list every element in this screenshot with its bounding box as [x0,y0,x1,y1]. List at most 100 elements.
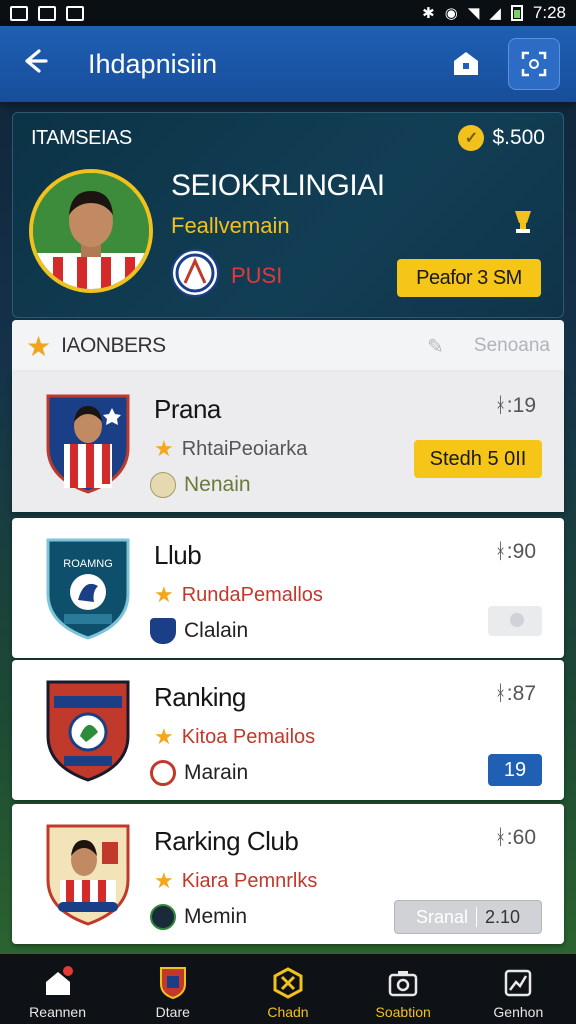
battery-icon [510,5,523,21]
star-icon: ★ [26,330,52,362]
card-meta: Marain [150,760,248,786]
card-meta-text: Memin [184,905,248,928]
status-bar: ✱ ◉ ◥ ◢ 7:28 [0,0,576,26]
screen-icon [66,5,84,21]
profile-action-button[interactable]: Peafor 3 SM [397,259,541,297]
card-stat: ᚼ:60 [494,826,536,849]
bluetooth-icon: ✱ [422,5,435,22]
card-meta-text: Nenain [184,473,251,496]
card-count-button[interactable]: 19 [488,754,542,786]
coin-icon: ✓ [458,125,485,151]
player-name: SEIOKRLINGIAI [171,169,385,202]
scan-button[interactable] [508,38,560,90]
card-stat: ᚼ:90 [494,540,536,563]
gallery-icon [38,5,56,21]
alarm-icon: ◉ [444,5,458,22]
nav-item-home[interactable]: Reannen [3,954,113,1024]
home-icon [41,966,75,1000]
section-title: IAONBERS [61,334,166,357]
status-right-icons: ✱ ◉ ◥ ◢ 7:28 [422,3,566,23]
card-title: Ranking [154,682,246,712]
nav-item-selection[interactable]: Soabtion [348,954,458,1024]
card-meta: Memin [150,904,247,930]
star-icon: ★ [154,436,174,461]
club-code: PUSI [231,263,283,288]
scan-icon [521,51,547,77]
nav-label: Chadn [267,1004,309,1020]
notification-dot [62,966,73,976]
card-subtitle-text: RhtaiPeoiarka [181,437,308,460]
card-subtitle-text: Kitoa Pemailos [181,725,316,748]
club-badge [42,388,134,496]
club-crest-icon [150,472,176,498]
nav-label: Reannen [29,1004,86,1020]
star-icon: ★ [154,582,174,607]
club-badge [42,820,134,928]
divider [475,907,477,927]
card-subtitle-text: RundaPemallos [181,583,323,606]
list-item[interactable]: Ranking ᚼ:87 ★ Kitoa Pemailos Marain 19 [12,660,564,800]
card-meta: Nenain [150,472,251,498]
card-subtitle: ★ RundaPemallos [154,582,323,608]
card-split-button[interactable]: Sranal 2.10 [394,900,542,934]
card-subtitle: ★ Kiara Pemnrlks [154,868,317,894]
signal-icon: ◢ [489,5,501,22]
club-logo [171,249,219,297]
back-arrow-icon[interactable] [16,46,52,82]
card-meta-text: Marain [184,761,249,784]
shield-icon [150,618,176,644]
player-role: Feallvemain [171,213,290,238]
star-icon: ★ [154,724,174,749]
page-title: Ihdapnisiin [88,48,218,79]
trophy-icon[interactable] [507,205,539,237]
status-time: 7:28 [532,3,566,22]
card-meta-text: Clalain [184,619,249,642]
list-item[interactable]: Prana ᚼ:19 ★ RhtaiPeoiarka Nenain Stedh … [12,372,564,512]
nav-label: Dtare [155,1004,190,1020]
club-crest-icon [150,904,176,930]
profile-label: ITAMSEIAS [31,127,132,149]
section-link[interactable]: Senoana [474,335,550,357]
coin-amount: $.500 [492,126,545,149]
home-icon[interactable] [446,44,486,84]
hexagon-icon [271,966,305,1000]
card-subtitle: ★ RhtaiPeoiarka [154,436,307,462]
app-bar: Ihdapnisiin [0,26,576,102]
nav-label: Soabtion [375,1004,431,1020]
chart-icon [501,966,535,1000]
card-subtitle-text: Kiara Pemnrlks [181,869,318,892]
nav-label: Genhon [493,1004,544,1020]
profile-card: ITAMSEIAS ✓ $.500 SEIOKRLINGIAI Feallvem… [12,112,564,318]
card-meta: Clalain [150,618,248,644]
nav-item-chat[interactable]: Chadn [233,954,343,1024]
card-action-button[interactable]: Stedh 5 0II [414,440,542,478]
card-stat: ᚼ:19 [494,394,536,417]
club-badge [42,676,134,784]
card-stat: ᚼ:87 [494,682,536,705]
status-left-icons [10,5,84,21]
list-item[interactable]: ROAMNG Llub ᚼ:90 ★ RundaPemallos Clalain [12,518,564,658]
shield-icon [156,966,190,1000]
card-title: Rarking Club [154,826,299,856]
nav-item-general[interactable]: Genhon [463,954,573,1024]
card-split-left: Sranal [415,906,468,927]
club-badge: ROAMNG [42,534,134,642]
no-entry-icon [150,760,176,786]
card-split-right: 2.10 [484,906,521,927]
card-title: Llub [154,540,202,570]
wifi-icon: ◥ [467,5,480,22]
avatar[interactable] [29,169,153,293]
star-icon: ★ [154,868,174,893]
svg-text:ROAMNG: ROAMNG [63,558,113,570]
card-subtitle: ★ Kitoa Pemailos [154,724,315,750]
camera-icon [386,966,420,1000]
bottom-nav: Reannen Dtare Chadn Soabtion Genhon [0,954,576,1024]
photo-icon [10,5,28,21]
toggle-switch[interactable] [488,606,542,636]
card-title: Prana [154,394,221,424]
nav-item-store[interactable]: Dtare [118,954,228,1024]
section-header: ★ IAONBERS ✎ Senoana [12,320,564,372]
edit-icon[interactable]: ✎ [427,334,444,359]
coin-balance: ✓ $.500 [458,125,545,151]
list-item[interactable]: Rarking Club ᚼ:60 ★ Kiara Pemnrlks Memin… [12,804,564,944]
